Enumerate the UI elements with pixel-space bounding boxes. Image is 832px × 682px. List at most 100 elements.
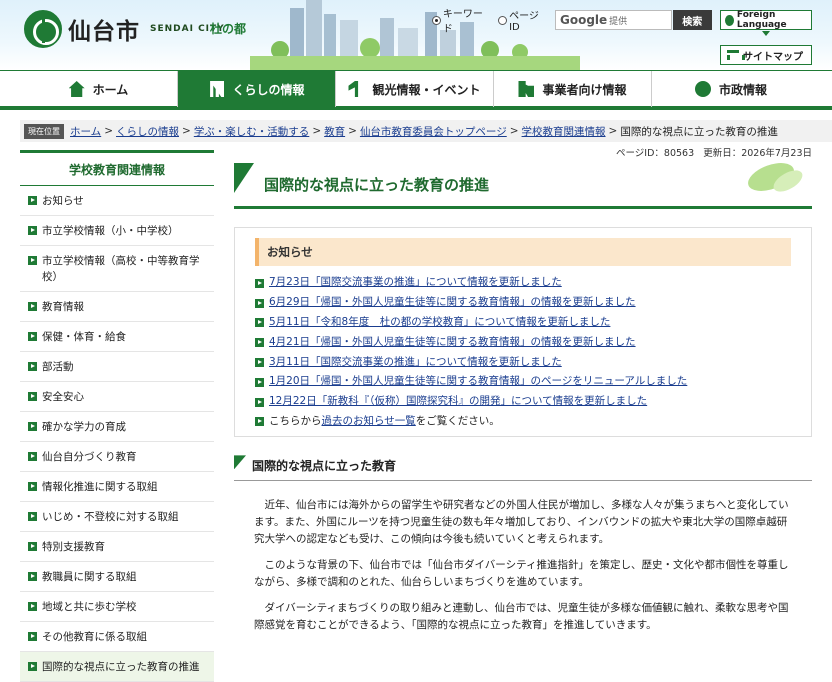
sidebar-item-label: 国際的な視点に立った教育の推進	[42, 661, 200, 673]
breadcrumb-link-board[interactable]: 仙台市教育委員会トップページ	[360, 124, 507, 139]
city-icon	[694, 81, 711, 97]
arrow-right-icon	[28, 482, 37, 491]
nav-living[interactable]: くらしの情報	[178, 71, 336, 107]
leaf-decoration-icon	[748, 163, 803, 192]
arrow-right-icon	[255, 338, 264, 348]
arrow-right-icon	[28, 196, 37, 205]
sidebar-item[interactable]: 確かな学力の育成	[20, 412, 214, 442]
notice-link[interactable]: 1月20日「帰国・外国人児童生徒等に関する教育情報」のページをリニューアルしまし…	[269, 373, 687, 388]
sidebar-item-label: 仙台自分づくり教育	[42, 451, 137, 463]
notice-link[interactable]: 4月21日「帰国・外国人児童生徒等に関する教育情報」の情報を更新しました	[269, 334, 636, 349]
body-paragraph: ダイバーシティまちづくりの取り組みと連動し、仙台市では、児童生徒が多様な価値観に…	[254, 602, 789, 632]
breadcrumb: 現在位置 ホーム > くらしの情報 > 学ぶ・楽しむ・活動する > 教育 > 仙台市教育…	[20, 120, 832, 142]
breadcrumb-separator: >	[182, 125, 191, 137]
notice-link[interactable]: 12月22日「新教科『（仮称）国際探究科』の開発」について情報を更新しました	[269, 393, 647, 408]
sidebar-item[interactable]: 地域と共に歩む学校	[20, 592, 214, 622]
main-content: ページID：80563 更新日：2026年7月23日 国際的な視点に立った教育の…	[234, 145, 812, 634]
sidebar-item[interactable]: 特別支援教育	[20, 532, 214, 562]
sidebar-item[interactable]: 教職員に関する取組	[20, 562, 214, 592]
site-logo[interactable]: 仙台市	[24, 10, 140, 48]
nav-tourism-label: 観光情報・イベント	[372, 82, 481, 97]
sitemap-icon	[727, 50, 745, 60]
arrow-right-icon	[28, 512, 37, 521]
nav-home[interactable]: ホーム	[20, 71, 178, 107]
breadcrumb-separator: >	[608, 125, 618, 137]
sidebar-item[interactable]: 教育情報	[20, 292, 214, 322]
sidebar-item[interactable]: お知らせ	[20, 186, 214, 216]
sidebar-item-label: お知らせ	[42, 195, 84, 207]
foreign-language-button[interactable]: Foreign Language	[720, 10, 812, 30]
sidebar-item[interactable]: 国際的な視点に立った教育の推進	[20, 652, 214, 682]
notice-past-item: こちらから 過去のお知らせ一覧 をご覧ください。	[255, 411, 791, 431]
arrow-right-icon	[255, 397, 264, 407]
sidebar-item-label: 保健・体育・給食	[42, 331, 126, 343]
arrow-right-icon	[255, 318, 264, 328]
breadcrumb-link-education[interactable]: 教育	[324, 124, 345, 139]
nav-tourism[interactable]: 観光情報・イベント	[336, 71, 494, 107]
notice-link[interactable]: 7月23日「国際交流事業の推進」について情報を更新しました	[269, 274, 562, 289]
arrow-right-icon	[255, 298, 264, 308]
notice-heading: お知らせ	[255, 238, 791, 266]
chevron-down-icon[interactable]	[762, 31, 770, 36]
breadcrumb-separator: >	[509, 125, 519, 137]
arrow-right-icon	[28, 332, 37, 341]
notice-item: 1月20日「帰国・外国人児童生徒等に関する教育情報」のページをリニューアルしまし…	[255, 371, 791, 391]
sidebar-item[interactable]: 安全安心	[20, 382, 214, 412]
nav-living-label: くらしの情報	[232, 82, 305, 97]
breadcrumb-link-living[interactable]: くらしの情報	[116, 124, 179, 139]
sidebar-item[interactable]: 情報化推進に関する取組	[20, 472, 214, 502]
globe-icon	[725, 14, 734, 26]
sidebar-item[interactable]: 仙台自分づくり教育	[20, 442, 214, 472]
breadcrumb-link-home[interactable]: ホーム	[70, 124, 101, 139]
sidebar-item[interactable]: 市立学校情報（小・中学校）	[20, 216, 214, 246]
sidebar-item-label: 部活動	[42, 361, 74, 373]
breadcrumb-separator: >	[348, 125, 357, 137]
sidebar-item-label: 市立学校情報（小・中学校）	[42, 225, 179, 237]
radio-pageid[interactable]: ページID	[498, 7, 549, 33]
breadcrumb-current: 国際的な視点に立った教育の推進	[620, 125, 778, 138]
arrow-right-icon	[28, 302, 37, 311]
sidebar-item-label: 教職員に関する取組	[42, 571, 137, 583]
logo-text: 仙台市	[68, 19, 140, 45]
notice-link[interactable]: 5月11日「令和8年度 杜の都の学校教育」について情報を更新しました	[269, 314, 610, 329]
sidebar-item-label: 地域と共に歩む学校	[42, 601, 137, 613]
sidebar-item[interactable]: 部活動	[20, 352, 214, 382]
past-notices-link[interactable]: 過去のお知らせ一覧	[322, 413, 416, 428]
breadcrumb-link-school[interactable]: 学校教育関連情報	[522, 124, 606, 139]
notice-link[interactable]: 3月11日「国際交流事業の推進」について情報を更新しました	[269, 354, 562, 369]
sidebar-item[interactable]: 市立学校情報（高校・中等教育学校）	[20, 246, 214, 292]
notice-list: 7月23日「国際交流事業の推進」について情報を更新しました 6月29日「帰国・外国…	[255, 272, 791, 411]
sidebar-item[interactable]: その他教育に係る取組	[20, 622, 214, 652]
updated-date: 更新日：2026年7月23日	[703, 148, 812, 159]
sidebar-item-label: 市立学校情報（高校・中等教育学校）	[42, 255, 200, 283]
sidebar-item[interactable]: 保健・体育・給食	[20, 322, 214, 352]
site-header: 仙台市 SENDAI CITY 杜の都 キーワード ページID Google 提…	[0, 0, 832, 70]
sendai-city-logo-icon	[24, 10, 62, 48]
sidebar-item-label: 情報化推進に関する取組	[42, 481, 158, 493]
sidebar-item[interactable]: いじめ・不登校に対する取組	[20, 502, 214, 532]
arrow-right-icon	[28, 452, 37, 461]
breadcrumb-label: 現在位置	[24, 123, 64, 139]
notice-link[interactable]: 6月29日「帰国・外国人児童生徒等に関する教育情報」の情報を更新しました	[269, 294, 636, 309]
breadcrumb-link-learn[interactable]: 学ぶ・楽しむ・活動する	[194, 124, 310, 139]
sitemap-button[interactable]: サイトマップ	[720, 45, 812, 65]
section-heading: 国際的な視点に立った教育	[234, 451, 812, 482]
search-input[interactable]: Google 提供	[554, 10, 672, 30]
sidebar-item-label: 安全安心	[42, 391, 84, 403]
nav-business[interactable]: 事業者向け情報	[494, 71, 652, 107]
radio-keyword-dot[interactable]	[432, 15, 441, 25]
breadcrumb-separator: >	[104, 125, 113, 137]
nav-cityhall[interactable]: 市政情報	[652, 71, 810, 107]
radio-pageid-dot[interactable]	[498, 15, 508, 25]
sidebar-list: お知らせ市立学校情報（小・中学校） 市立学校情報（高校・中等教育学校） 教育情報保健…	[20, 186, 214, 682]
google-logo: Google	[559, 13, 608, 27]
radio-keyword[interactable]: キーワード	[432, 5, 492, 35]
arrow-right-icon	[28, 362, 37, 371]
search-placeholder: 提供	[609, 16, 628, 27]
people-icon	[210, 81, 225, 97]
arrow-right-icon	[255, 377, 264, 387]
search-button[interactable]: 検索	[672, 10, 712, 30]
page-title-text: 国際的な視点に立った教育の推進	[264, 176, 490, 194]
sidebar-item-label: その他教育に係る取組	[42, 631, 147, 643]
arrow-right-icon	[28, 602, 37, 611]
